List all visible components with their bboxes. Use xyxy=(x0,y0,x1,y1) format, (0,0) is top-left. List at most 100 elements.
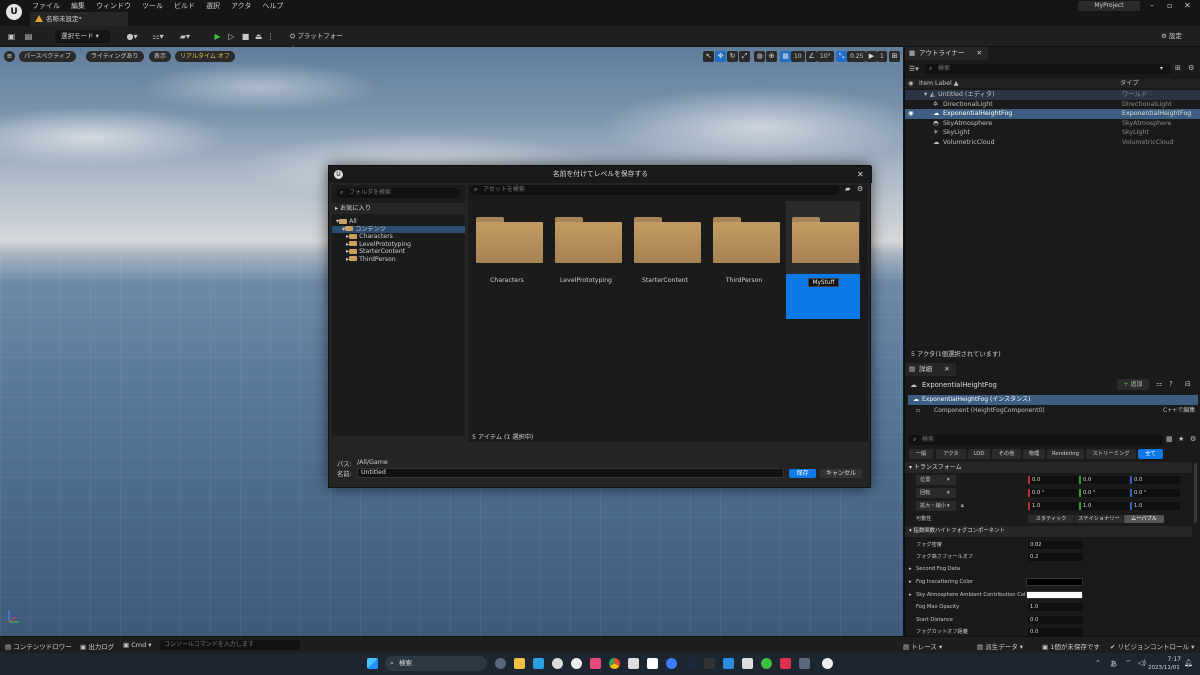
rotation-z-field[interactable]: 0.0 ° xyxy=(1130,489,1180,497)
second-fog-row[interactable]: ▸ Second Fog Data xyxy=(905,563,1190,575)
category-lod[interactable]: LOD xyxy=(968,449,990,459)
details-search-input[interactable]: ⌕ 検索 xyxy=(909,435,1162,445)
scale-z-field[interactable]: 1.0 xyxy=(1130,502,1180,510)
menu-select[interactable]: 選択 xyxy=(206,1,220,11)
outliner-search-input[interactable]: ⌕ 検索 ▾ xyxy=(925,64,1170,74)
world-space-icon[interactable]: ◍ xyxy=(754,51,765,62)
cpp-edit-link[interactable]: C++で編集 xyxy=(1163,406,1195,416)
settings-app-icon[interactable] xyxy=(799,658,810,669)
app-window-icon[interactable] xyxy=(742,658,753,669)
property-matrix-icon[interactable]: ▦ xyxy=(1166,435,1173,443)
sky-color-swatch[interactable] xyxy=(1026,591,1083,599)
source-control-button[interactable]: ✔ リビジョンコントロール ▾ xyxy=(1110,641,1194,651)
scale-dropdown[interactable]: 拡大・縮小 ▾ xyxy=(916,501,956,511)
fog-falloff-field[interactable]: 0.2 xyxy=(1028,553,1083,561)
category-streaming[interactable]: ストリーミング xyxy=(1086,449,1136,459)
music-icon[interactable] xyxy=(590,658,601,669)
filter-icon[interactable]: ☰▾ xyxy=(909,65,919,73)
menu-window[interactable]: ウィンドウ xyxy=(96,1,131,11)
menu-tools[interactable]: ツール xyxy=(142,1,163,11)
dialog-close-icon[interactable]: ✕ xyxy=(857,166,864,183)
scale-tool-icon[interactable]: ⤢ xyxy=(739,51,750,62)
rotation-snap-value[interactable]: 10° xyxy=(817,51,834,62)
grid-snap-value[interactable]: 10 xyxy=(791,51,805,62)
tree-item-characters[interactable]: ▸ Characters xyxy=(346,233,393,241)
level-tab[interactable]: 名称未設定* xyxy=(30,12,128,26)
add-filter-icon[interactable]: ⊞ xyxy=(1175,64,1181,72)
cancel-button[interactable]: キャンセル xyxy=(820,469,862,478)
asset-search-input[interactable]: ⌕ アセットを検索 xyxy=(470,185,840,195)
tree-item-startercontent[interactable]: ▸ StarterContent xyxy=(346,248,405,256)
location-y-field[interactable]: 0.0 xyxy=(1079,476,1129,484)
viewport-menu-icon[interactable]: ≡ xyxy=(4,51,15,62)
fog-density-field[interactable]: 0.02 xyxy=(1028,541,1083,549)
surface-snap-icon[interactable]: ⊕ xyxy=(766,51,777,62)
expand-icon[interactable]: ▸ xyxy=(909,589,912,601)
browse-icon[interactable]: ▤ xyxy=(24,32,33,41)
folder-search-input[interactable]: ⌕ フォルダを検索 xyxy=(336,188,460,198)
chat-icon[interactable] xyxy=(552,658,563,669)
rotation-x-field[interactable]: 0.0 ° xyxy=(1028,489,1078,497)
unsaved-button[interactable]: ▣ 1個が未保存です xyxy=(1042,641,1100,651)
camera-speed-icon[interactable]: ▶ xyxy=(866,51,877,62)
category-misc[interactable]: その他 xyxy=(992,449,1021,459)
expand-icon[interactable]: ▾ xyxy=(924,90,927,100)
platform-dropdown[interactable]: ⛭ プラットフォーム ▾ xyxy=(284,30,354,53)
network-icon[interactable]: ⌔ xyxy=(1125,659,1132,668)
cutoff-field[interactable]: 0.0 xyxy=(1028,628,1083,636)
category-rendering[interactable]: Rendering xyxy=(1047,449,1084,459)
widgets-icon[interactable] xyxy=(495,658,506,669)
stop-icon[interactable]: ■ xyxy=(241,32,250,41)
transform-section-header[interactable]: ▾ トランスフォーム xyxy=(905,462,1192,473)
close-tab-icon[interactable]: ✕ xyxy=(944,365,949,373)
folder-tile-characters[interactable]: Characters xyxy=(470,201,544,319)
category-physics[interactable]: 物理 xyxy=(1023,449,1045,459)
settings-gear-icon[interactable]: ⚙ xyxy=(857,185,863,193)
rotation-y-field[interactable]: 0.0 ° xyxy=(1079,489,1129,497)
inscatter-color-swatch[interactable] xyxy=(1026,578,1083,586)
blueprint-icon[interactable]: ⚏▾ xyxy=(149,32,167,41)
instance-row[interactable]: ☁ ExponentialHeightFog (インスタンス) xyxy=(908,395,1198,405)
cmd-dropdown[interactable]: ▣ Cmd ▾ xyxy=(123,641,152,649)
scale-y-field[interactable]: 1.0 xyxy=(1079,502,1129,510)
menu-build[interactable]: ビルド xyxy=(174,1,195,11)
location-x-field[interactable]: 0.0 xyxy=(1028,476,1078,484)
scale-lock-icon[interactable]: 🔒︎ xyxy=(961,500,964,512)
move-tool-icon[interactable]: ✥ xyxy=(715,51,726,62)
add-component-button[interactable]: + 追加 xyxy=(1117,379,1149,390)
mobility-static[interactable]: スタティック xyxy=(1028,515,1074,523)
store-icon[interactable] xyxy=(533,658,544,669)
column-item-label[interactable]: Item Label ▲ xyxy=(919,79,958,88)
menu-edit[interactable]: 編集 xyxy=(71,1,85,11)
notification-bell-icon[interactable]: 🔔︎ xyxy=(1184,659,1193,667)
scale-snap-icon[interactable]: ⤡ xyxy=(836,51,847,62)
outliner-row-volumetriccloud[interactable]: ☁ VolumetricCloud VolumetricCloud xyxy=(905,138,1200,148)
chrome-icon[interactable] xyxy=(609,658,620,669)
media-icon[interactable] xyxy=(780,658,791,669)
details-scrollbar[interactable] xyxy=(1194,463,1197,523)
line-icon[interactable] xyxy=(761,658,772,669)
grid-snap-icon[interactable]: ▦ xyxy=(780,51,791,62)
search-options-chevron-icon[interactable]: ▾ xyxy=(1160,64,1163,74)
maximize-viewport-icon[interactable]: ⊞ xyxy=(889,51,900,62)
lock-icon[interactable]: ⊟ xyxy=(1185,380,1191,388)
expand-icon[interactable]: ▸ xyxy=(909,576,912,588)
outliner-row-skylight[interactable]: ☀ SkyLight SkyLight xyxy=(905,128,1200,138)
outliner-row-directionallight[interactable]: ✲ DirectionalLight DirectionalLight xyxy=(905,100,1200,110)
tree-item-all[interactable]: ▾ All xyxy=(336,218,357,226)
help-icon[interactable]: ? xyxy=(1169,380,1173,388)
column-type[interactable]: タイプ xyxy=(1120,79,1139,88)
max-opacity-field[interactable]: 1.0 xyxy=(1028,603,1083,611)
camera-speed-value[interactable]: 1 xyxy=(877,51,887,62)
start-distance-field[interactable]: 0.0 xyxy=(1028,616,1083,624)
component-row[interactable]: ▫ Component (HeightFogComponent0) C++で編集 xyxy=(908,406,1198,416)
fog-section-header[interactable]: ▾ 指数関数ハイトフォグコンポーネント xyxy=(905,526,1192,537)
folder-tile-mystuff[interactable]: MyStuff xyxy=(786,201,860,319)
details-settings-icon[interactable]: ⚙ xyxy=(1190,435,1196,443)
slack-icon[interactable] xyxy=(628,658,639,669)
tray-chevron-icon[interactable]: ⌃ xyxy=(1095,659,1101,667)
folder-tile-thirdperson[interactable]: ThirdPerson xyxy=(707,201,781,319)
zoom-icon[interactable] xyxy=(666,658,677,669)
realtime-button[interactable]: リアルタイム オフ xyxy=(175,51,235,62)
mobility-stationary[interactable]: ステイショナリー xyxy=(1075,515,1123,523)
